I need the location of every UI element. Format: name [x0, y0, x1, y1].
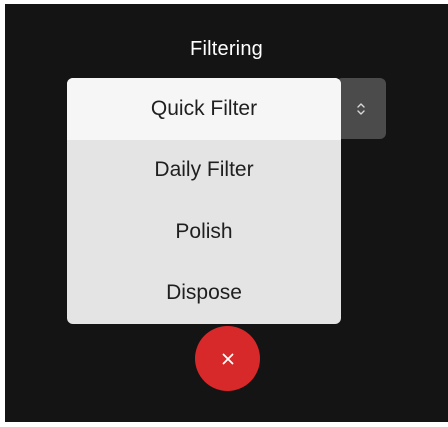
filter-options-menu: Quick Filter Daily Filter Polish Dispose: [67, 78, 341, 324]
close-icon: [222, 353, 233, 364]
filtering-dialog: Filtering Quick Filter Daily Filter Poli…: [5, 4, 448, 422]
chevron-up-down-icon: [357, 102, 365, 115]
dialog-title: Filtering: [190, 38, 263, 60]
menu-item-polish[interactable]: Polish: [67, 201, 341, 263]
close-button[interactable]: [195, 326, 260, 391]
menu-item-dispose[interactable]: Dispose: [67, 263, 341, 325]
menu-item-label: Daily Filter: [154, 158, 254, 182]
menu-item-label: Polish: [175, 219, 233, 243]
filter-select-toggle[interactable]: [336, 78, 386, 139]
menu-item-daily-filter[interactable]: Daily Filter: [67, 140, 341, 202]
menu-item-label: Quick Filter: [150, 96, 258, 120]
menu-item-quick-filter[interactable]: Quick Filter: [67, 78, 341, 140]
menu-item-label: Dispose: [166, 281, 242, 305]
